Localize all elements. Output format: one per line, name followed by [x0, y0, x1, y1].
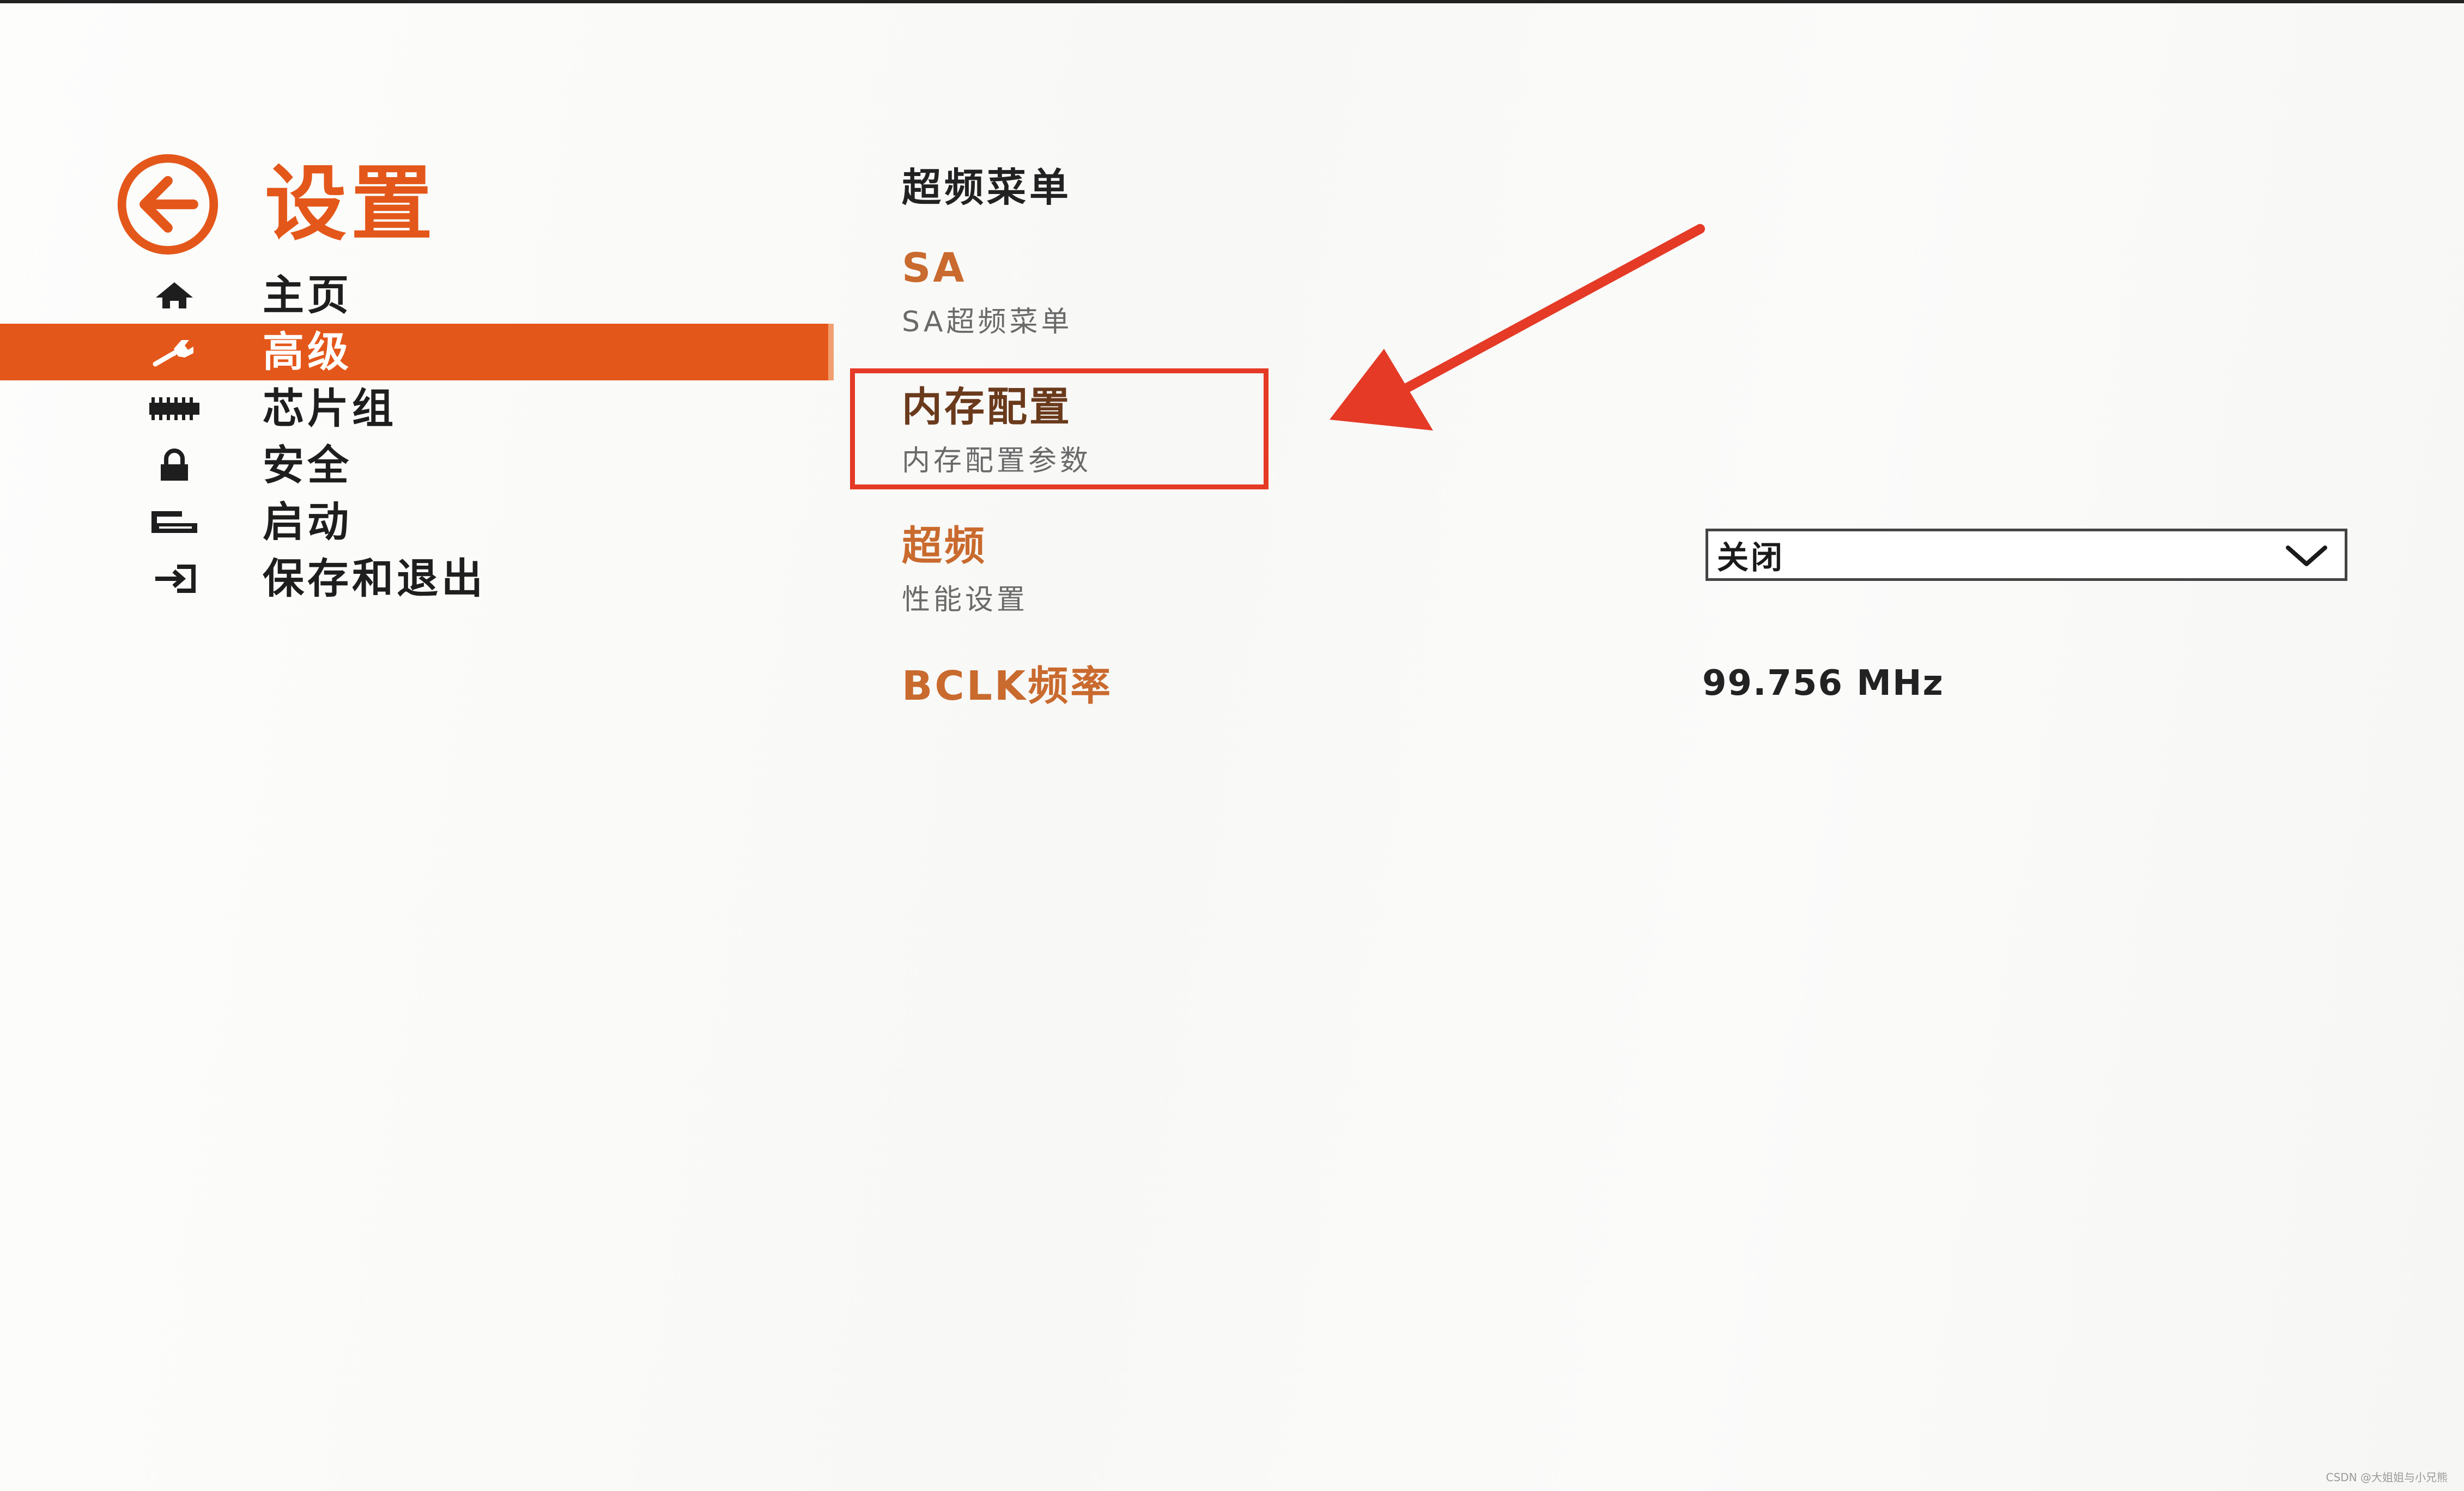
sidebar-item-security[interactable]: 安全	[0, 437, 834, 494]
menu-entry-overclock[interactable]: 超频 性能设置	[902, 526, 1028, 614]
sidebar-item-label: 主页	[263, 271, 352, 319]
sidebar-item-label: 保存和退出	[263, 554, 486, 603]
sidebar-item-home[interactable]: 主页	[0, 267, 834, 324]
screen-bezel-edge	[0, 0, 2464, 3]
menu-entry-bclk[interactable]: BCLK频率	[902, 666, 1113, 706]
page-title: 设置	[265, 157, 438, 252]
back-arrow-circle-icon[interactable]	[114, 151, 221, 258]
home-icon	[147, 276, 202, 314]
overclock-dropdown[interactable]: 关闭	[1706, 529, 2347, 581]
boot-drive-icon	[147, 503, 202, 541]
bios-screen: 设置 主页 高级 芯片组 安全 启动 保存和退出 超频菜单 SA SA超频菜单 …	[0, 0, 2464, 1491]
sidebar-item-label: 芯片组	[263, 384, 397, 433]
entry-title: 超频	[902, 523, 987, 569]
wrench-icon	[147, 333, 202, 371]
entry-subtitle: 性能设置	[902, 584, 1029, 616]
annotation-highlight-box	[850, 368, 1269, 489]
annotation-arrow-icon	[1330, 224, 1705, 431]
sidebar-item-label: 高级	[263, 328, 352, 376]
entry-subtitle: SA超频菜单	[902, 306, 1073, 338]
sidebar-item-chipset[interactable]: 芯片组	[0, 380, 834, 437]
header: 设置	[114, 153, 437, 256]
menu-entry-sa[interactable]: SA SA超频菜单	[902, 248, 1073, 336]
bclk-frequency-value: 99.756 MHz	[1702, 663, 1944, 704]
entry-title: SA	[902, 245, 967, 292]
chip-icon	[147, 390, 202, 428]
section-title: 超频菜单	[902, 165, 1072, 210]
sidebar-item-label: 启动	[263, 498, 352, 546]
sidebar-item-boot[interactable]: 启动	[0, 494, 834, 550]
watermark: CSDN @大姐姐与小兄熊	[2326, 1471, 2448, 1484]
chevron-down-icon	[2286, 546, 2327, 566]
dropdown-selected-value: 关闭	[1717, 539, 1785, 576]
sidebar-item-label: 安全	[263, 441, 352, 489]
entry-title: BCLK频率	[902, 663, 1113, 710]
sidebar-item-advanced[interactable]: 高级	[0, 324, 834, 380]
lock-icon	[147, 446, 202, 484]
exit-icon	[147, 560, 202, 598]
sidebar-nav: 主页 高级 芯片组 安全 启动 保存和退出	[0, 267, 834, 607]
sidebar-item-save-exit[interactable]: 保存和退出	[0, 550, 834, 607]
